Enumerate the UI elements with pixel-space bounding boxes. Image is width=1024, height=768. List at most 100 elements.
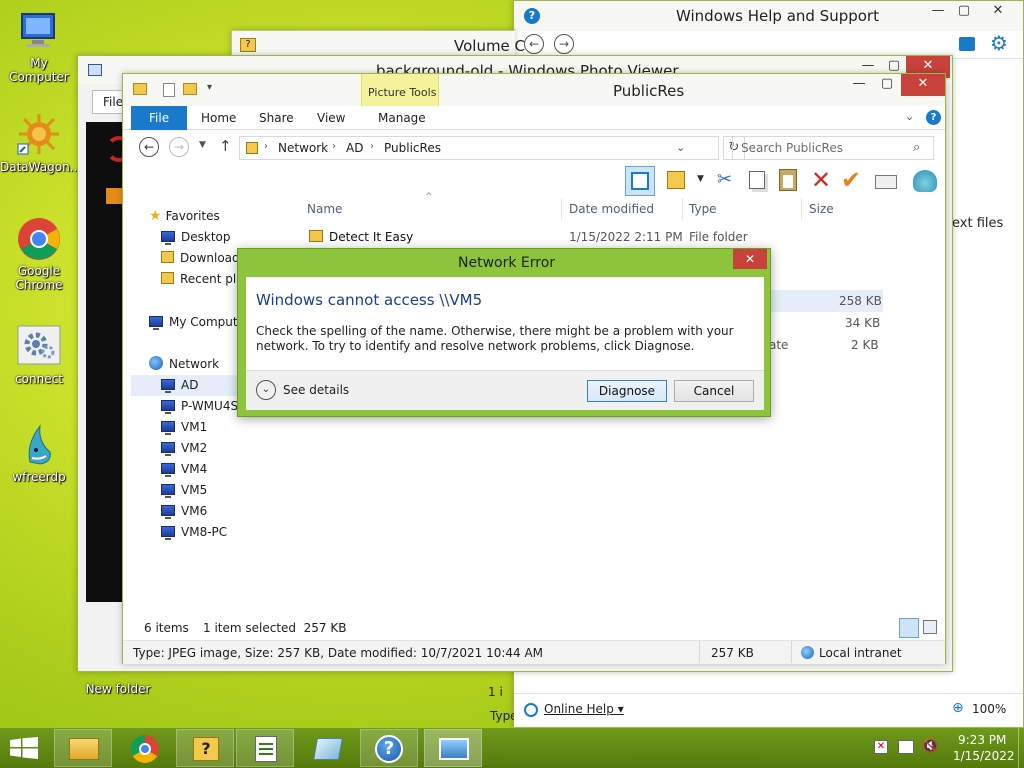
desktop-icon-google-chrome[interactable]: Google Chrome	[0, 216, 78, 292]
cut-icon[interactable]: ✂	[717, 169, 732, 190]
breadcrumb-publicres[interactable]: PublicRes	[384, 141, 441, 155]
tab-manage[interactable]: Manage	[367, 106, 437, 130]
status-item-count: 6 items	[144, 621, 189, 635]
gear-icon[interactable]: ⚙	[990, 32, 1008, 54]
breadcrumb-ad[interactable]: AD	[346, 141, 363, 155]
nav-vm6[interactable]: VM6	[161, 501, 207, 522]
tab-file[interactable]: File	[131, 106, 188, 130]
taskbar-help-folder[interactable]: ?	[176, 729, 234, 767]
column-size[interactable]: Size	[809, 198, 834, 220]
nav-vm5[interactable]: VM5	[161, 480, 207, 501]
nav-vm4[interactable]: VM4	[161, 459, 207, 480]
desktop-icon-datawagon[interactable]: DataWagon...	[0, 112, 81, 174]
see-details-toggle[interactable]: ⌄	[256, 380, 276, 400]
view-dropdown-icon[interactable]: ▼	[697, 174, 704, 184]
column-name[interactable]: Name	[307, 198, 342, 220]
desktop-icon-connect[interactable]: connect	[0, 324, 78, 386]
taskbar-notepad[interactable]	[236, 729, 294, 767]
properties-icon[interactable]	[163, 83, 175, 97]
help-titlebar[interactable]: ? Windows Help and Support — ▢ ✕	[514, 1, 1023, 31]
column-type[interactable]: Type	[689, 198, 717, 220]
up-arrow-icon[interactable]: ↑	[219, 137, 232, 155]
nav-ad-label: AD	[181, 378, 199, 392]
nav-favorites[interactable]: ★ Favorites	[149, 206, 220, 227]
taskbar-explorer[interactable]	[54, 729, 112, 767]
tab-view[interactable]: View	[307, 106, 355, 130]
shell-icon[interactable]	[913, 170, 937, 192]
tab-home[interactable]: Home	[191, 106, 246, 130]
explorer-titlebar[interactable]: ▾ Picture Tools PublicRes — ▢ ✕	[123, 74, 945, 106]
forward-arrow-icon[interactable]: →	[554, 34, 574, 54]
column-date-modified[interactable]: Date modified	[569, 198, 654, 220]
details-view-icon[interactable]	[899, 618, 919, 638]
tray-flag-icon[interactable]: ✕	[874, 740, 888, 754]
maximize-button[interactable]: ▢	[950, 1, 978, 23]
start-windows-icon[interactable]	[10, 737, 38, 759]
delete-icon[interactable]: ✕	[811, 166, 831, 194]
back-arrow-icon[interactable]: ←	[139, 137, 159, 157]
tray-volume-icon[interactable]: 🔇	[922, 739, 938, 754]
preview-pane-icon[interactable]	[625, 166, 655, 196]
desktop-icon-wfreerdp[interactable]: wfreerdp	[0, 422, 78, 484]
copy-icon[interactable]	[749, 171, 765, 189]
address-dropdown-icon[interactable]: ⌄	[676, 141, 685, 154]
network-error-dialog[interactable]: Network Error ✕ Windows cannot access \\…	[237, 248, 771, 417]
zoom-level[interactable]: 100%	[972, 702, 1006, 716]
nav-desktop[interactable]: Desktop	[161, 227, 231, 248]
sort-arrow-icon: ^	[425, 192, 433, 202]
clock-time[interactable]: 9:23 PM	[958, 733, 1006, 747]
diagnose-button[interactable]: Diagnose	[587, 380, 667, 402]
clock-date[interactable]: 1/15/2022	[953, 749, 1015, 763]
rename-icon[interactable]	[875, 175, 897, 189]
column-divider	[682, 198, 683, 220]
zoom-icon[interactable]: ⊕	[952, 700, 964, 716]
paste-icon[interactable]	[779, 169, 797, 191]
nav-p-wmu4s[interactable]: P-WMU4S	[161, 396, 238, 417]
nav-my-computer[interactable]: My Computer	[149, 312, 250, 333]
search-box[interactable]: Search PublicRes ⌕	[732, 136, 934, 160]
see-details-label[interactable]: See details	[283, 383, 349, 397]
recent-locations-icon[interactable]: ▼	[199, 140, 206, 150]
online-help-dropdown[interactable]: Online Help ▾	[544, 702, 624, 716]
desktop-icon-new-folder[interactable]: New folder	[78, 682, 158, 696]
nav-vm1[interactable]: VM1	[161, 417, 207, 438]
breadcrumb-network[interactable]: Network	[278, 141, 328, 155]
tab-share[interactable]: Share	[249, 106, 304, 130]
dialog-titlebar[interactable]: Network Error ✕	[238, 249, 770, 277]
close-button[interactable]: ✕	[733, 249, 767, 269]
taskbar-chrome[interactable]	[116, 729, 174, 767]
forward-arrow-icon[interactable]: →	[169, 137, 189, 157]
large-icons-view-icon[interactable]	[923, 620, 937, 634]
cancel-button[interactable]: Cancel	[674, 380, 754, 402]
table-row[interactable]: Detect It Easy 1/15/2022 2:11 PM File fo…	[299, 226, 883, 248]
address-bar[interactable]: › Network › AD › PublicRes ⌄	[239, 136, 719, 160]
print-icon[interactable]	[959, 37, 975, 51]
photo-icon	[439, 738, 469, 760]
customize-qat-icon[interactable]: ▾	[207, 82, 212, 93]
show-desktop-strip[interactable]	[1018, 728, 1024, 768]
ribbon-expand-icon[interactable]: ⌄	[905, 110, 914, 123]
details-divider	[699, 641, 700, 663]
desktop-icon-my-computer[interactable]: My Computer	[0, 8, 78, 84]
nav-downloads[interactable]: Downloads	[161, 248, 246, 269]
help-icon[interactable]: ?	[926, 110, 941, 125]
nav-vm8-pc[interactable]: VM8-PC	[161, 522, 227, 543]
maximize-button[interactable]: ▢	[873, 74, 901, 96]
nav-network[interactable]: Network	[149, 354, 219, 375]
taskbar-app-blue[interactable]	[298, 729, 356, 767]
back-arrow-icon[interactable]: ←	[524, 34, 544, 54]
minimize-button[interactable]: —	[845, 74, 873, 96]
nav-vm2[interactable]: VM2	[161, 438, 207, 459]
tray-network-icon[interactable]	[898, 740, 914, 754]
taskbar-photo-viewer[interactable]	[424, 729, 482, 767]
close-button[interactable]: ✕	[976, 1, 1020, 23]
close-button[interactable]: ✕	[901, 74, 945, 96]
folder-checklist-icon[interactable]	[667, 171, 685, 189]
taskbar-help-support[interactable]: ?	[360, 729, 418, 767]
new-folder-icon[interactable]	[183, 83, 197, 95]
search-input[interactable]: Search PublicRes	[741, 141, 843, 155]
checkmark-icon[interactable]: ✔	[841, 166, 861, 194]
dialog-message: Check the spelling of the name. Otherwis…	[256, 324, 734, 353]
row-date: 1/15/2022 2:11 PM	[569, 230, 683, 244]
minimize-button[interactable]: —	[924, 1, 952, 23]
